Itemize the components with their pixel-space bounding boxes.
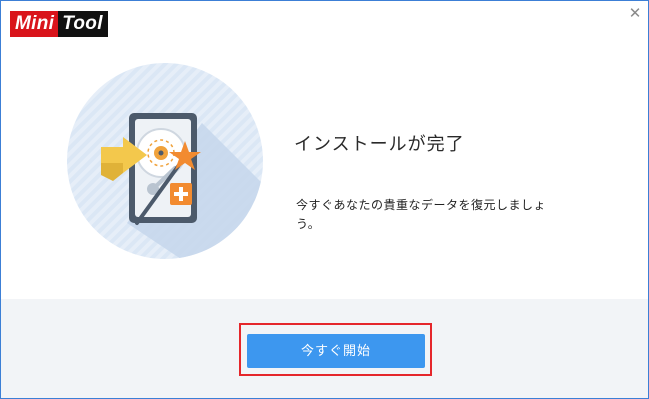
installer-window: Mini Tool ✕ インストールが完了 今すぐあなたの貴重なデータを復元しま… bbox=[0, 0, 649, 399]
close-icon[interactable]: ✕ bbox=[627, 5, 643, 21]
hard-drive-restore-icon bbox=[67, 63, 263, 259]
logo-tool-text: Tool bbox=[58, 11, 108, 37]
footer-bar: 今すぐ開始 bbox=[1, 299, 648, 398]
minitool-logo: Mini Tool bbox=[10, 11, 108, 37]
start-now-button[interactable]: 今すぐ開始 bbox=[247, 334, 425, 368]
title-bar: Mini Tool ✕ bbox=[1, 1, 648, 41]
install-complete-heading: インストールが完了 bbox=[294, 134, 465, 155]
logo-mini-text: Mini bbox=[10, 11, 59, 37]
restore-message: 今すぐあなたの貴重なデータを復元しましょう。 bbox=[296, 198, 547, 231]
